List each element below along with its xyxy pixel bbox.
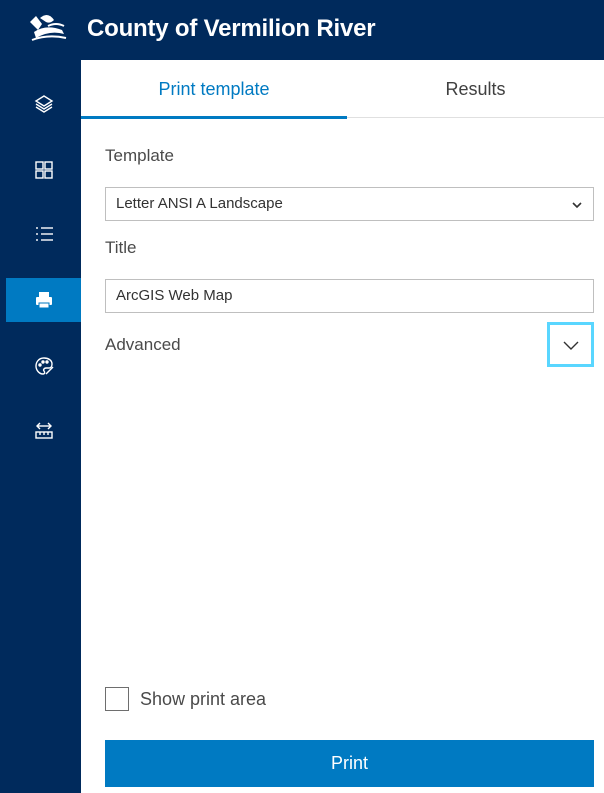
sidebar-item-print[interactable]	[6, 278, 81, 322]
show-print-area-label: Show print area	[140, 688, 267, 709]
palette-icon	[34, 357, 53, 375]
tab-results[interactable]: Results	[347, 60, 604, 118]
list-icon	[35, 227, 53, 241]
advanced-label: Advanced	[105, 335, 181, 354]
layers-icon	[34, 95, 53, 113]
template-label: Template	[105, 146, 174, 165]
print-button[interactable]: Print	[105, 740, 594, 787]
title-label: Title	[105, 238, 137, 257]
title-input[interactable]: ArcGIS Web Map	[105, 279, 594, 313]
show-print-area-checkbox[interactable]	[105, 687, 129, 711]
chevron-down-icon	[572, 202, 582, 209]
sidebar	[0, 60, 81, 793]
template-select[interactable]: Letter ANSI A Landscape	[105, 187, 594, 221]
advanced-expand-button[interactable]	[547, 322, 594, 367]
tab-print-template[interactable]: Print template	[81, 60, 347, 119]
sidebar-item-measurement[interactable]	[6, 408, 81, 452]
printer-icon	[35, 292, 52, 309]
template-select-value: Letter ANSI A Landscape	[116, 195, 283, 212]
ruler-icon	[34, 422, 53, 439]
county-logo-icon	[30, 14, 67, 41]
sidebar-item-basemap-gallery[interactable]	[6, 148, 81, 192]
show-print-area-option[interactable]: Show print area	[105, 687, 266, 711]
tab-bar: Print template Results	[81, 60, 604, 119]
grid-icon	[34, 161, 53, 179]
app-header: County of Vermilion River	[0, 0, 604, 60]
sidebar-item-layers[interactable]	[6, 82, 81, 126]
sidebar-item-legend[interactable]	[6, 212, 81, 256]
sidebar-item-sketch[interactable]	[6, 344, 81, 388]
chevron-down-icon	[563, 341, 578, 350]
app-title: County of Vermilion River	[87, 15, 376, 42]
